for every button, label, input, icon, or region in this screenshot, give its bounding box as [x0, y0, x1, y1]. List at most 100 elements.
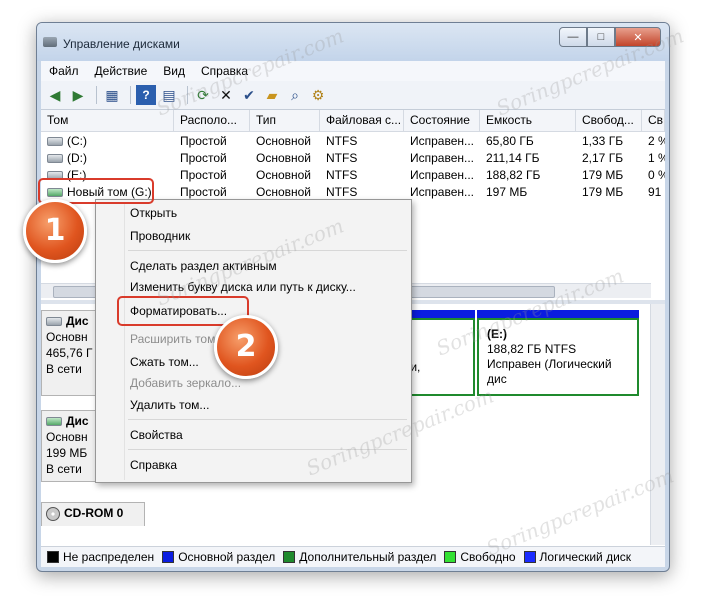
menu-separator [128, 449, 407, 450]
volume-name: (D:) [67, 151, 87, 165]
partition-e[interactable]: (E:) 188,82 ГБ NTFS Исправен (Логический… [477, 318, 639, 396]
menu-view[interactable]: Вид [155, 64, 193, 78]
volume-capacity: 65,80 ГБ [486, 134, 534, 148]
check-disk-icon[interactable]: ✔ [239, 85, 259, 105]
cdrom-0-info[interactable]: CD-ROM 0 [41, 502, 145, 526]
column-free[interactable]: Свобод... [576, 110, 642, 131]
menu-properties[interactable]: Свойства [130, 425, 183, 445]
column-layout[interactable]: Располо... [174, 110, 250, 131]
column-capacity[interactable]: Емкость [480, 110, 576, 131]
legend-item: Свободно [444, 550, 516, 564]
volume-filesystem: NTFS [326, 134, 358, 148]
cdrom-icon [46, 506, 60, 521]
legend-swatch [523, 551, 536, 563]
list-view-icon[interactable]: ▦ [102, 85, 122, 105]
legend-label: Основной раздел [178, 550, 276, 564]
minimize-button[interactable]: — [559, 27, 587, 47]
disk-icon [46, 417, 62, 427]
window-title: Управление дисками [63, 37, 180, 51]
column-filesystem[interactable]: Файловая с... [320, 110, 404, 131]
settings-icon[interactable]: ⚙ [308, 85, 328, 105]
volume-layout: Простой [180, 134, 227, 148]
menu-explorer[interactable]: Проводник [130, 226, 190, 246]
legend-label: Свободно [460, 550, 516, 564]
volume-status: Исправен... [410, 151, 475, 165]
arrow-left-icon[interactable]: ◀ [45, 85, 65, 105]
drive-icon [47, 137, 63, 147]
legend-swatch [47, 551, 59, 563]
volume-free: 179 МБ [582, 168, 624, 182]
table-row[interactable]: (D:) Простой Основной NTFS Исправен... 2… [41, 150, 665, 167]
menu-make-active[interactable]: Сделать раздел активным [130, 256, 277, 276]
volume-capacity: 197 МБ [486, 185, 528, 199]
legend-item: Дополнительный раздел [283, 550, 436, 564]
legend-item: Основной раздел [162, 550, 275, 564]
column-status[interactable]: Состояние [404, 110, 480, 131]
legend-swatch [444, 551, 457, 563]
menu-help-item[interactable]: Справка [130, 455, 177, 475]
legend-bar: Не распределен Основной раздел Дополните… [41, 546, 665, 567]
menu-add-mirror: Добавить зеркало... [130, 376, 242, 390]
menu-file[interactable]: Файл [41, 64, 87, 78]
volume-status: Исправен... [410, 185, 475, 199]
column-free-percent[interactable]: Св [642, 110, 665, 131]
menu-shrink[interactable]: Сжать том... [130, 352, 199, 372]
volume-free-percent: 91 [648, 185, 662, 199]
column-type[interactable]: Тип [250, 110, 320, 131]
legend-label: Не распределен [63, 550, 155, 564]
volume-free-percent: 2 % [648, 134, 665, 148]
title-bar[interactable]: Управление дисками — □ ✕ [37, 23, 669, 61]
toolbar-separator [187, 86, 188, 104]
menu-separator [128, 250, 407, 251]
table-row[interactable]: (C:) Простой Основной NTFS Исправен... 6… [41, 133, 665, 150]
delete-icon[interactable]: ✕ [216, 85, 236, 105]
volume-layout: Простой [180, 151, 227, 165]
open-folder-icon[interactable]: ▰ [262, 85, 282, 105]
help-icon[interactable]: ? [136, 85, 156, 105]
volume-name: (C:) [67, 134, 87, 148]
partition-e-status: Исправен (Логический дис [487, 357, 612, 386]
menu-extend: Расширить том... [130, 332, 226, 346]
menu-bar: Файл Действие Вид Справка [41, 61, 665, 81]
partition-e-size: 188,82 ГБ NTFS [487, 342, 577, 356]
disk-0-name: Дис [66, 314, 89, 328]
volume-status: Исправен... [410, 134, 475, 148]
refresh-icon[interactable]: ⟳ [193, 85, 213, 105]
menu-delete-volume[interactable]: Удалить том... [130, 395, 209, 415]
properties-icon[interactable]: ▤ [159, 85, 179, 105]
partition-e-name: (E:) [487, 327, 507, 341]
volume-filesystem: NTFS [326, 151, 358, 165]
legend-item: Логический диск [523, 550, 631, 564]
column-volume[interactable]: Том [41, 110, 174, 131]
volume-capacity: 188,82 ГБ [486, 168, 541, 182]
close-button[interactable]: ✕ [615, 27, 661, 47]
legend-swatch [162, 551, 175, 563]
step-2-badge: 2 [214, 315, 278, 379]
volume-type: Основной [256, 168, 312, 182]
volume-filesystem: NTFS [326, 168, 358, 182]
volume-free: 1,33 ГБ [582, 134, 624, 148]
menu-change-letter[interactable]: Изменить букву диска или путь к диску... [130, 277, 356, 297]
legend-item: Не распределен [47, 550, 154, 564]
arrow-right-icon[interactable]: ▶ [68, 85, 88, 105]
disk-icon [46, 317, 62, 327]
legend-label: Дополнительный раздел [299, 550, 437, 564]
volume-status: Исправен... [410, 168, 475, 182]
drive-icon [47, 154, 63, 164]
volume-type: Основной [256, 134, 312, 148]
volume-free: 2,17 ГБ [582, 151, 624, 165]
search-icon[interactable]: ⌕ [285, 85, 305, 105]
toolbar: ◀ ▶ ▦ ? ▤ ⟳ ✕ ✔ ▰ ⌕ ⚙ [41, 81, 665, 110]
vertical-scrollbar[interactable] [650, 304, 665, 545]
menu-gutter [124, 202, 125, 480]
cdrom-0-name: CD-ROM 0 [64, 506, 124, 520]
menu-open[interactable]: Открыть [130, 203, 177, 223]
menu-action[interactable]: Действие [87, 64, 156, 78]
volume-free-percent: 1 % [648, 151, 665, 165]
menu-help[interactable]: Справка [193, 64, 256, 78]
menu-separator [128, 419, 407, 420]
volume-capacity: 211,14 ГБ [486, 151, 540, 165]
maximize-button[interactable]: □ [587, 27, 615, 47]
disk-management-icon [43, 37, 57, 47]
volume-layout: Простой [180, 168, 227, 182]
